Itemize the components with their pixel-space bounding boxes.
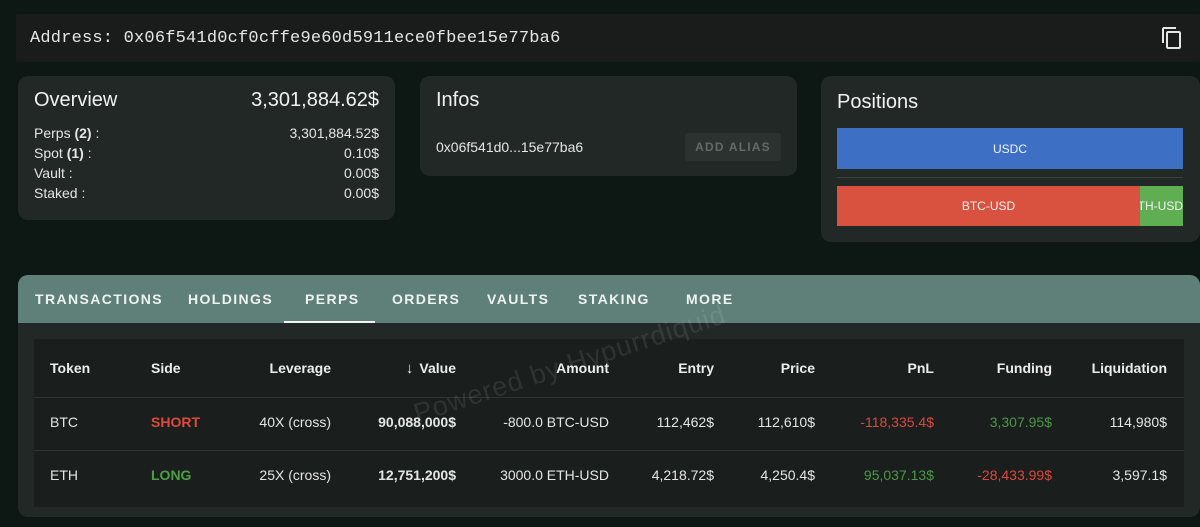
header-price[interactable]: Price: [734, 339, 815, 397]
tab-staking[interactable]: STAKING: [578, 275, 650, 323]
header-pnl[interactable]: PnL: [834, 339, 934, 397]
position-bar-eth-usd[interactable]: ETH-USD: [1140, 186, 1183, 226]
overview-row-staked: Staked : 0.00$: [34, 185, 379, 205]
cell-leverage: 25X (cross): [259, 467, 331, 483]
cell-amount: 3000.0 ETH-USD: [500, 467, 609, 483]
overview-row-vault: Vault : 0.00$: [34, 165, 379, 185]
tab-orders[interactable]: ORDERS: [392, 275, 460, 323]
overview-row-label: Spot (1) :: [34, 145, 92, 161]
infos-title: Infos: [436, 89, 480, 111]
add-alias-button[interactable]: ADD ALIAS: [685, 133, 781, 161]
tabs-panel: TRANSACTIONS HOLDINGS PERPS ORDERS VAULT…: [18, 275, 1200, 517]
header-side[interactable]: Side: [151, 339, 181, 397]
tab-vaults[interactable]: VAULTS: [487, 275, 549, 323]
copy-icon[interactable]: [1160, 26, 1184, 50]
overview-row-label: Perps (2) :: [34, 125, 100, 141]
cell-funding: 3,307.95$: [989, 414, 1052, 430]
cell-price: 112,610$: [757, 414, 815, 430]
cell-funding: -28,433.99$: [977, 467, 1052, 483]
cell-value: 12,751,200$: [378, 467, 456, 483]
cell-entry: 112,462$: [656, 414, 714, 430]
active-tab-indicator: [284, 321, 375, 323]
overview-row-spot: Spot (1) : 0.10$: [34, 145, 379, 165]
tab-perps[interactable]: PERPS: [305, 275, 359, 323]
position-bar-btc-usd[interactable]: BTC-USD: [837, 186, 1140, 226]
overview-row-value: 0.10$: [343, 145, 379, 161]
tab-holdings[interactable]: HOLDINGS: [188, 275, 273, 323]
positions-divider: [837, 177, 1183, 178]
cell-token: BTC: [50, 414, 78, 430]
cell-liquidation: 114,980$: [1109, 414, 1167, 430]
cell-entry: 4,218.72$: [651, 467, 714, 483]
overview-title: Overview: [34, 89, 118, 111]
overview-row-value: 3,301,884.52$: [289, 125, 379, 141]
header-token[interactable]: Token: [50, 339, 90, 397]
positions-card: Positions USDC BTC-USD ETH-USD: [821, 76, 1200, 242]
address-bar: Address: 0x06f541d0cf0cffe9e60d5911ece0f…: [16, 14, 1200, 62]
cell-pnl: -118,335.4$: [860, 414, 934, 430]
cell-side: SHORT: [151, 414, 200, 430]
header-leverage[interactable]: Leverage: [230, 339, 331, 397]
cell-token: ETH: [50, 467, 78, 483]
cell-side: LONG: [151, 467, 192, 483]
cell-leverage: 40X (cross): [259, 414, 331, 430]
overview-row-label: Vault :: [34, 165, 73, 181]
header-value[interactable]: ↓ Value: [356, 339, 456, 397]
overview-total: 3,301,884.62$: [251, 89, 379, 111]
cell-liquidation: 3,597.1$: [1112, 467, 1168, 483]
infos-card: Infos 0x06f541d0...15e77ba6 ADD ALIAS: [420, 76, 797, 176]
overview-card: Overview 3,301,884.62$ Perps (2) : 3,301…: [18, 76, 395, 220]
tab-transactions[interactable]: TRANSACTIONS: [35, 275, 163, 323]
tab-bar: TRANSACTIONS HOLDINGS PERPS ORDERS VAULT…: [18, 275, 1200, 323]
position-bar-usdc[interactable]: USDC: [837, 128, 1183, 169]
positions-title: Positions: [837, 91, 919, 113]
overview-row-value: 0.00$: [343, 185, 379, 201]
overview-row-value: 0.00$: [343, 165, 379, 181]
address-text: Address: 0x06f541d0cf0cffe9e60d5911ece0f…: [30, 28, 561, 48]
overview-row-label: Staked :: [34, 185, 86, 201]
header-value-label: Value: [419, 360, 456, 376]
header-funding[interactable]: Funding: [952, 339, 1052, 397]
infos-address: 0x06f541d0...15e77ba6: [436, 139, 584, 155]
header-liquidation[interactable]: Liquidation: [1066, 339, 1167, 397]
cell-pnl: 95,037.13$: [863, 467, 934, 483]
sort-down-icon: ↓: [405, 359, 414, 377]
cell-price: 4,250.4$: [760, 467, 816, 483]
overview-row-perps: Perps (2) : 3,301,884.52$: [34, 125, 379, 145]
